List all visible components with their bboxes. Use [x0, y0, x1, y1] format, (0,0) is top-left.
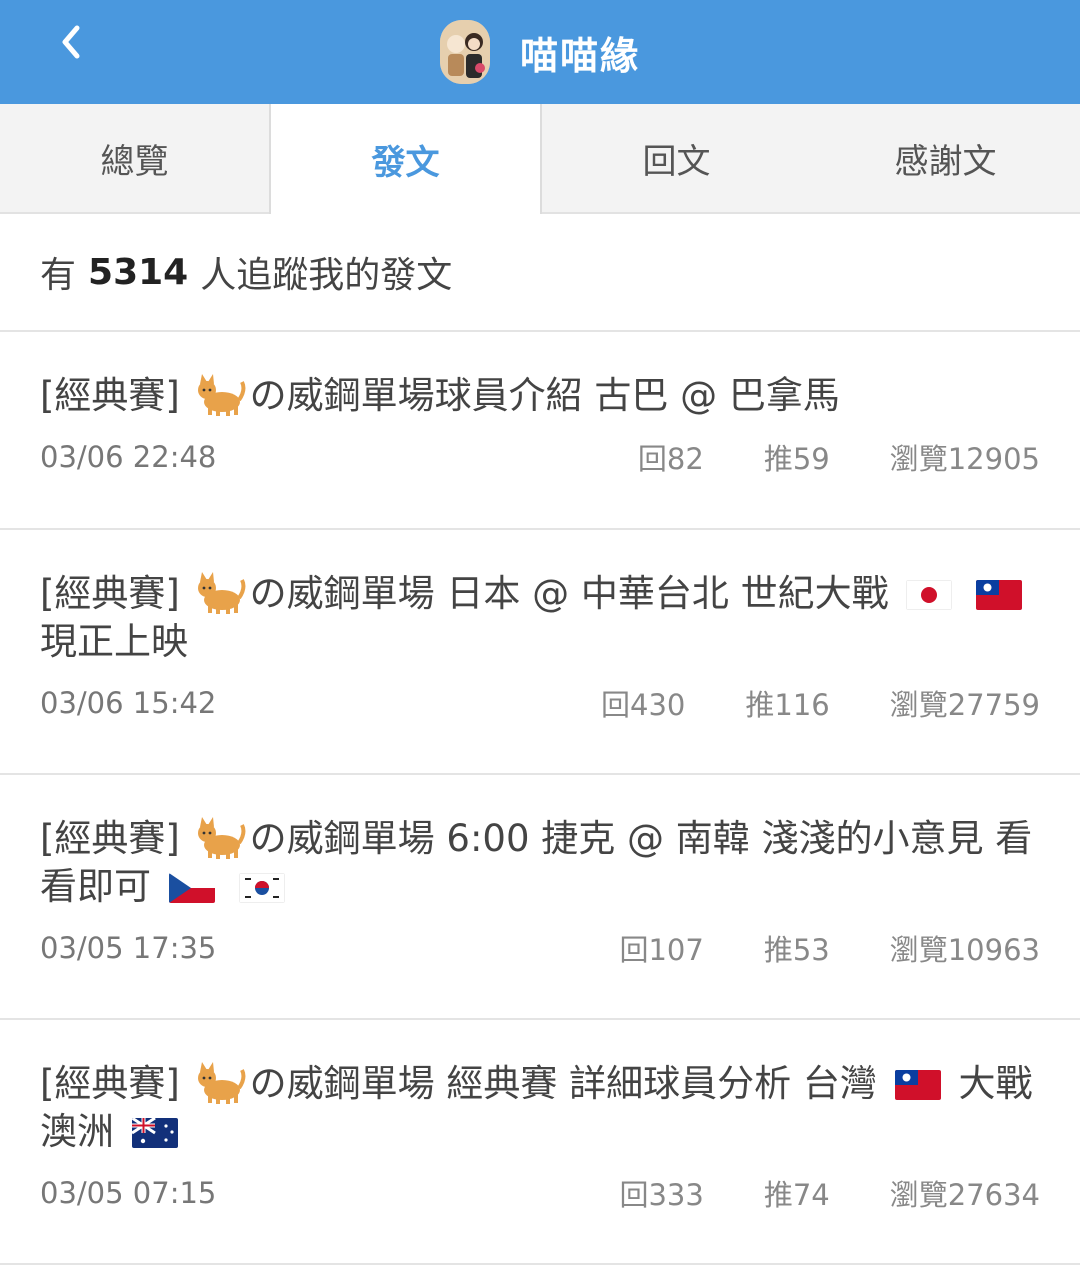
post-tag: [經典賽] [40, 374, 180, 417]
followers-prefix: 有 [40, 255, 77, 296]
like-count: 推53 [763, 933, 830, 967]
post-item[interactable]: [經典賽] の威鋼單場球員介紹 古巴 @ 巴拿馬 03/06 22:48 回82… [0, 332, 1080, 530]
view-count: 瀏覽27634 [889, 1178, 1040, 1212]
tab-overview[interactable]: 總覽 [0, 104, 269, 212]
post-title-text: の威鋼單場 日本 @ 中華台北 世紀大戰 [249, 572, 889, 615]
cat-emoji-icon [197, 572, 246, 614]
post-title[interactable]: [經典賽] の威鋼單場 經典賽 詳細球員分析 台灣 大戰澳洲 [40, 1060, 1040, 1156]
reply-count: 回82 [637, 442, 704, 476]
app-header: 喵喵緣 [0, 0, 1080, 104]
post-item[interactable]: [經典賽] の威鋼單場 6:00 捷克 @ 南韓 淺淺的小意見 看看即可 03/… [0, 775, 1080, 1020]
avatar[interactable] [439, 20, 490, 84]
post-time: 03/05 07:15 [40, 1176, 217, 1210]
reply-count: 回107 [619, 933, 704, 967]
australia-flag-icon [131, 1118, 178, 1148]
cat-emoji-icon [197, 374, 246, 416]
tab-posts[interactable]: 發文 [269, 104, 542, 214]
post-meta: 03/06 22:48 回82 推59 瀏覽12905 [40, 436, 1040, 478]
cat-emoji-icon [197, 817, 246, 859]
like-count: 推59 [763, 442, 830, 476]
czech-flag-icon [168, 873, 215, 903]
tab-thanks[interactable]: 感謝文 [811, 104, 1080, 212]
post-item[interactable]: [經典賽] の威鋼單場 日本 @ 中華台北 世紀大戰 現正上映 03/06 15… [0, 530, 1080, 775]
followers-suffix: 人追蹤我的發文 [200, 255, 453, 296]
post-title-text-after: 現正上映 [40, 620, 188, 663]
like-count: 推116 [745, 688, 830, 722]
taiwan-flag-icon [976, 580, 1023, 610]
post-tag: [經典賽] [40, 1062, 180, 1105]
like-count: 推74 [763, 1178, 830, 1212]
post-meta: 03/05 07:15 回333 推74 瀏覽27634 [40, 1172, 1040, 1214]
post-meta: 03/06 15:42 回430 推116 瀏覽27759 [40, 682, 1040, 724]
japan-flag-icon [906, 580, 953, 610]
post-item[interactable]: [經典賽] の威鋼單場 經典賽 詳細球員分析 台灣 大戰澳洲 03/05 07:… [0, 1020, 1080, 1265]
view-count: 瀏覽27759 [889, 688, 1040, 722]
post-time: 03/06 15:42 [40, 686, 217, 720]
post-title[interactable]: [經典賽] の威鋼單場 日本 @ 中華台北 世紀大戰 現正上映 [40, 570, 1040, 666]
reply-count: 回333 [619, 1178, 704, 1212]
post-time: 03/06 22:48 [40, 440, 217, 474]
tab-replies[interactable]: 回文 [542, 104, 811, 212]
post-title-text: の威鋼單場 經典賽 詳細球員分析 台灣 [249, 1062, 877, 1105]
view-count: 瀏覽12905 [889, 442, 1040, 476]
taiwan-flag-icon [894, 1070, 941, 1100]
post-title-text: の威鋼單場球員介紹 古巴 @ 巴拿馬 [249, 374, 840, 417]
chevron-left-icon [62, 25, 80, 59]
korea-flag-icon [238, 873, 285, 903]
followers-count: 5314 [88, 251, 189, 293]
reply-count: 回430 [601, 688, 686, 722]
view-count: 瀏覽10963 [889, 933, 1040, 967]
post-tag: [經典賽] [40, 572, 180, 615]
post-meta: 03/05 17:35 回107 推53 瀏覽10963 [40, 927, 1040, 969]
post-title[interactable]: [經典賽] の威鋼單場 6:00 捷克 @ 南韓 淺淺的小意見 看看即可 [40, 815, 1040, 911]
followers-summary: 有 5314 人追蹤我的發文 [0, 214, 1080, 332]
post-time: 03/05 17:35 [40, 931, 217, 965]
cat-emoji-icon [197, 1062, 246, 1104]
back-button[interactable] [50, 22, 90, 62]
tab-bar: 總覽 發文 回文 感謝文 [0, 104, 1080, 214]
post-tag: [經典賽] [40, 817, 180, 860]
page-title: 喵喵緣 [519, 33, 640, 78]
post-title[interactable]: [經典賽] の威鋼單場球員介紹 古巴 @ 巴拿馬 [40, 372, 1040, 420]
